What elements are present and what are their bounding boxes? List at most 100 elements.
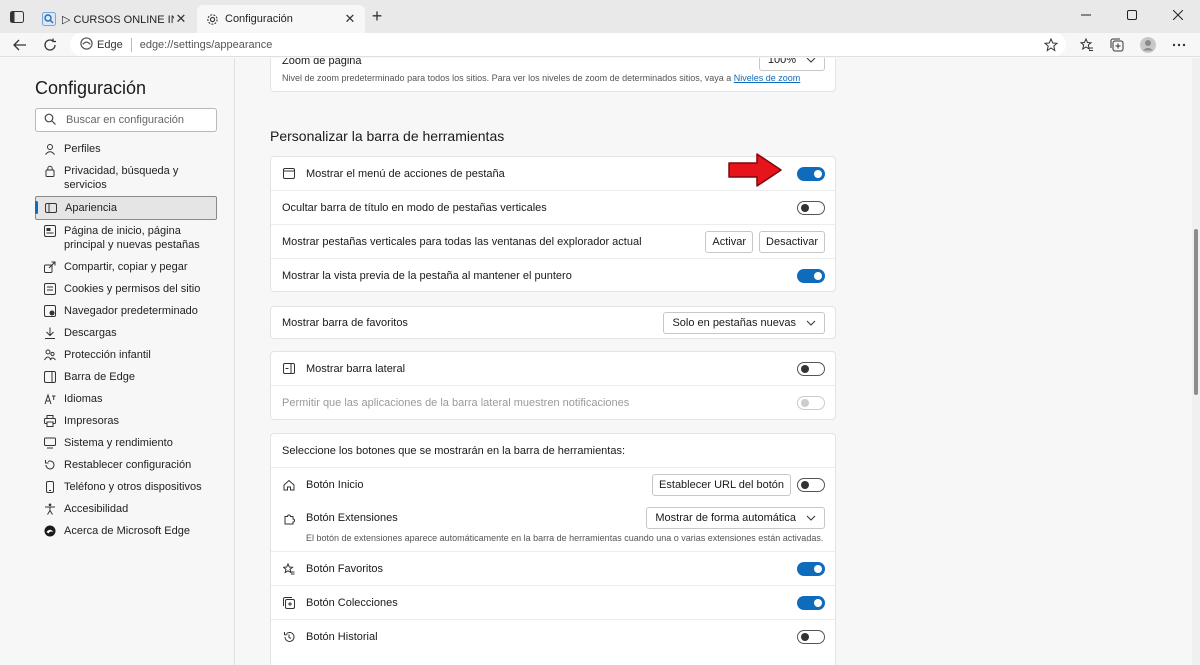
sidebar-item-label: Accesibilidad [64, 503, 129, 515]
tab-title: ▷ CURSOS ONLINE INFORMATICA [62, 13, 174, 26]
collections-icon [282, 596, 296, 610]
activate-button[interactable]: Activar [705, 230, 754, 253]
tab-title: Configuración [225, 13, 293, 25]
row-buttons-heading: Seleccione los botones que se mostrarán … [271, 434, 835, 468]
sidebar-item-label: Acerca de Microsoft Edge [64, 525, 190, 537]
scrollbar-thumb[interactable] [1194, 229, 1198, 395]
sidebar-icon [282, 362, 296, 376]
row-home-button: Botón Inicio Establecer URL del botón [271, 468, 835, 502]
row-extensions-button: Botón Extensiones El botón de extensione… [271, 502, 835, 552]
url-box[interactable]: Edge edge://settings/appearance [70, 33, 1066, 56]
new-tab-button[interactable]: + [367, 7, 387, 27]
settings-search[interactable] [35, 108, 217, 132]
appearance-icon [44, 201, 58, 215]
zoom-dropdown[interactable]: 100% [758, 58, 825, 71]
download-icon [43, 326, 57, 340]
sidebar-item-label: Cookies y permisos del sitio [64, 283, 201, 295]
collections-button-toggle[interactable] [797, 595, 825, 610]
edge-bar-icon [43, 370, 57, 384]
hide-title-bar-label: Ocultar barra de título en modo de pesta… [282, 201, 547, 214]
tab-preview-label: Mostrar la vista previa de la pestaña al… [282, 269, 572, 282]
sidebar-title: Configuración [35, 78, 147, 98]
close-tab-icon[interactable]: ✕ [343, 11, 357, 27]
show-sidebar-toggle[interactable] [797, 361, 825, 376]
sidebar-item-label: Barra de Edge [64, 371, 135, 383]
sidebar-item-barra-edge[interactable]: Barra de Edge [35, 366, 217, 388]
reset-icon [43, 458, 57, 472]
sidebar-notifications-toggle[interactable] [797, 395, 825, 410]
home-button-label: Botón Inicio [306, 479, 364, 491]
sidebar-item-label: Idiomas [64, 393, 103, 405]
tab-configuracion[interactable]: Configuración ✕ [197, 5, 365, 33]
tab-preview-toggle[interactable] [797, 268, 825, 283]
back-button[interactable] [10, 35, 30, 55]
sidebar-item-telefono[interactable]: Teléfono y otros dispositivos [35, 476, 217, 498]
refresh-button[interactable] [40, 35, 60, 55]
extensions-dropdown[interactable]: Mostrar de forma automática [646, 507, 825, 529]
sidebar-item-perfiles[interactable]: Perfiles [35, 138, 217, 160]
chevron-down-icon [806, 512, 816, 524]
profile-avatar[interactable] [1137, 35, 1159, 55]
sidebar-item-restablecer[interactable]: Restablecer configuración [35, 454, 217, 476]
tab-strip: ▷ CURSOS ONLINE INFORMATICA ✕ Configurac… [0, 0, 1200, 33]
zoom-value: 100% [767, 58, 796, 66]
collections-button-label: Botón Colecciones [306, 596, 398, 609]
url-text[interactable]: edge://settings/appearance [140, 39, 273, 51]
close-window-button[interactable] [1155, 4, 1200, 26]
url-separator [130, 37, 132, 52]
history-button-label: Botón Historial [306, 631, 378, 643]
sidebar-item-label: Descargas [64, 327, 117, 339]
minimize-button[interactable] [1063, 4, 1109, 26]
add-favorite-star-icon[interactable] [1040, 35, 1062, 55]
cookie-icon [43, 282, 57, 296]
sidebar-item-descargas[interactable]: Descargas [35, 322, 217, 344]
sidebar-item-acerca[interactable]: Acerca de Microsoft Edge [35, 520, 217, 542]
more-options-icon[interactable] [1168, 35, 1190, 55]
tab-actions-label: Mostrar el menú de acciones de pestaña [306, 167, 505, 180]
sidebar-item-apariencia[interactable]: Apariencia [35, 196, 217, 220]
tab-cursos[interactable]: ▷ CURSOS ONLINE INFORMATICA ✕ [34, 5, 196, 33]
address-bar: Edge edge://settings/appearance [0, 33, 1200, 57]
sidebar-item-label: Apariencia [65, 202, 117, 214]
sidebar-item-privacidad[interactable]: Privacidad, búsqueda y servicios [35, 160, 217, 196]
profile-icon [43, 142, 57, 156]
deactivate-button[interactable]: Desactivar [759, 230, 825, 253]
sidebar-item-accesibilidad[interactable]: Accesibilidad [35, 498, 217, 520]
maximize-button[interactable] [1109, 4, 1155, 26]
sidebar-item-navegador[interactable]: Navegador predeterminado [35, 300, 217, 322]
extensions-value: Mostrar de forma automática [655, 512, 796, 524]
sidebar-item-inicio[interactable]: Página de inicio, página principal y nue… [35, 220, 217, 256]
tab-actions-toggle[interactable] [797, 166, 825, 181]
edge-logo-icon [43, 524, 57, 538]
hide-title-bar-toggle[interactable] [797, 200, 825, 215]
favorites-bar-dropdown[interactable]: Solo en pestañas nuevas [663, 311, 825, 334]
sidebar-item-label: Teléfono y otros dispositivos [64, 481, 202, 493]
row-vertical-tabs: Mostrar pestañas verticales para todas l… [271, 225, 835, 259]
favorites-icon[interactable] [1076, 35, 1098, 55]
set-url-button[interactable]: Establecer URL del botón [652, 474, 791, 496]
printer-icon [43, 414, 57, 428]
zoom-desc-text: Nivel de zoom predeterminado para todos … [282, 73, 732, 83]
sidebar-item-sistema[interactable]: Sistema y rendimiento [35, 432, 217, 454]
toolbar-buttons-card: Seleccione los botones que se mostrarán … [270, 433, 836, 665]
history-icon [282, 630, 296, 644]
zoom-levels-link[interactable]: Niveles de zoom [734, 73, 801, 83]
sidebar-item-impresoras[interactable]: Impresoras [35, 410, 217, 432]
row-collections-button: Botón Colecciones [271, 586, 835, 620]
row-hide-title-bar: Ocultar barra de título en modo de pesta… [271, 191, 835, 225]
collections-icon[interactable] [1106, 35, 1128, 55]
home-button-toggle[interactable] [797, 478, 825, 492]
sidebar-item-compartir[interactable]: Compartir, copiar y pegar [35, 256, 217, 278]
settings-main: Zoom de página 100% Nivel de zoom predet… [236, 58, 1192, 665]
sidebar-item-cookies[interactable]: Cookies y permisos del sitio [35, 278, 217, 300]
history-button-toggle[interactable] [797, 630, 825, 644]
favorites-button-toggle[interactable] [797, 561, 825, 576]
search-input[interactable] [66, 114, 206, 126]
sidebar-item-proteccion[interactable]: Protección infantil [35, 344, 217, 366]
edge-logo-icon [80, 36, 93, 53]
close-tab-icon[interactable]: ✕ [174, 11, 188, 27]
buttons-heading: Seleccione los botones que se mostrarán … [282, 444, 626, 457]
phone-icon [43, 480, 57, 494]
tab-actions-icon[interactable] [6, 7, 28, 27]
sidebar-item-idiomas[interactable]: Idiomas [35, 388, 217, 410]
